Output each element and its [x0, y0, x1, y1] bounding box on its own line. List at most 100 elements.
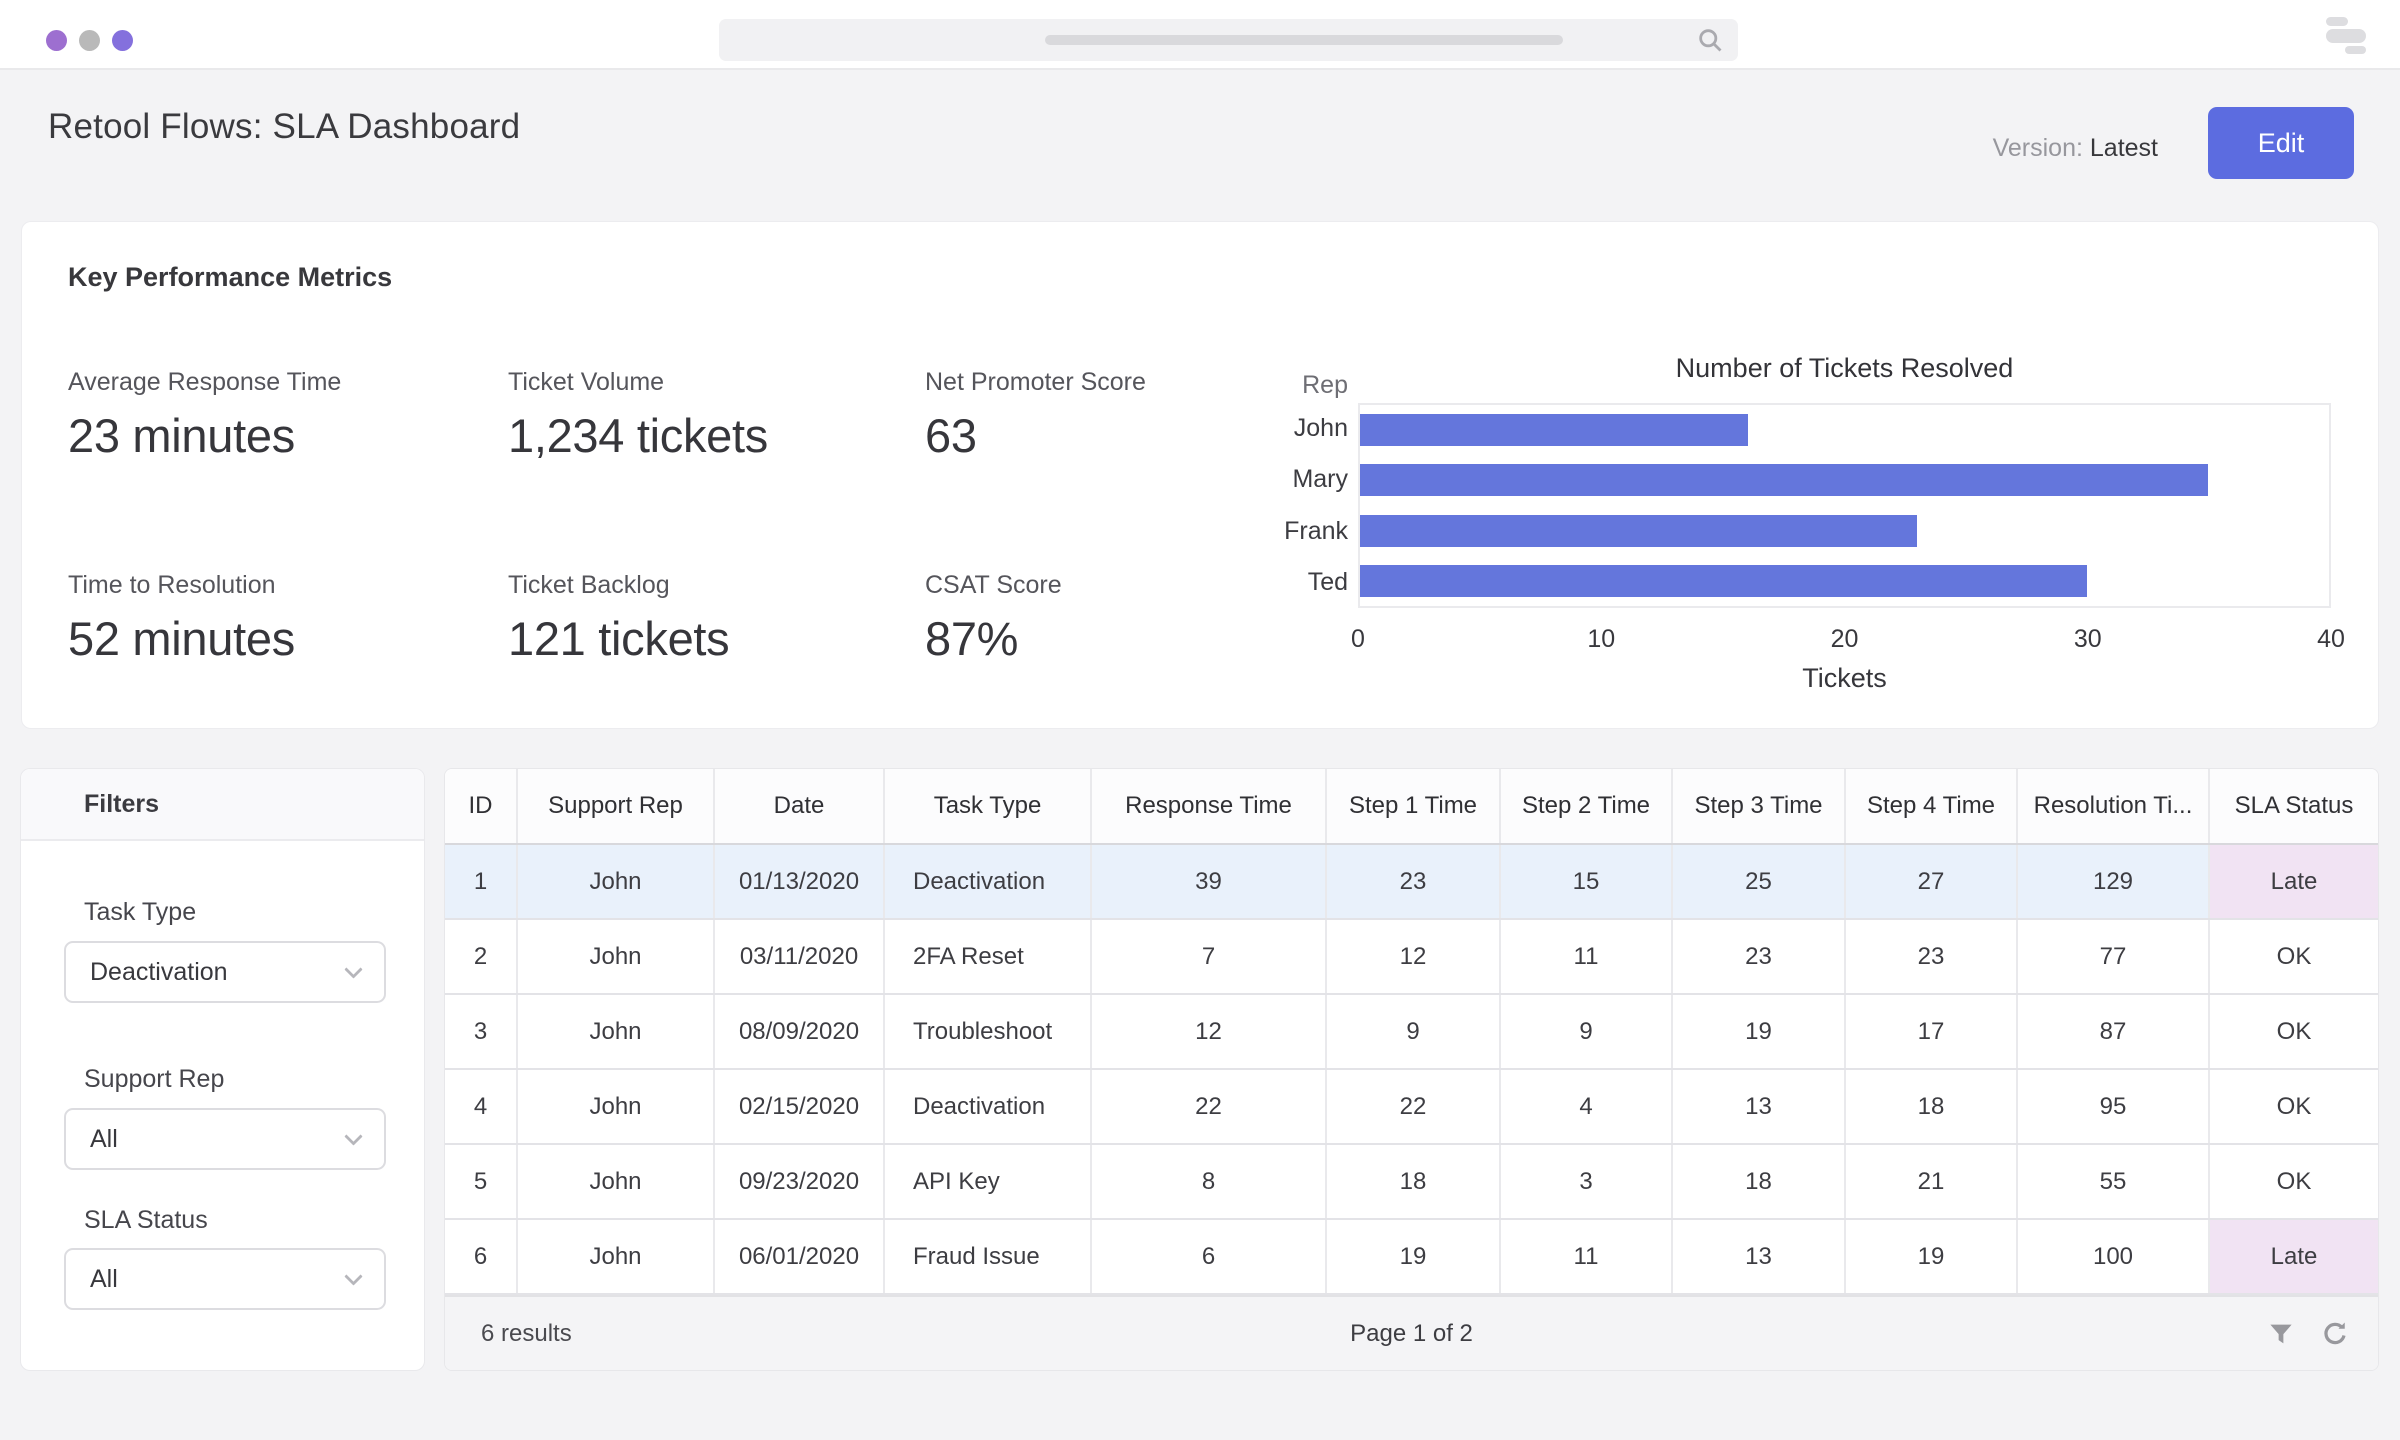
table-cell: 3 [1501, 1145, 1673, 1218]
column-header-response-time[interactable]: Response Time [1092, 769, 1327, 843]
metric-ticket-backlog: Ticket Backlog121 tickets [508, 571, 729, 666]
table-cell: 27 [1846, 845, 2018, 918]
table-cell: 7 [1092, 920, 1327, 993]
bar-mary [1360, 464, 2208, 496]
metric-time-to-resolution: Time to Resolution52 minutes [68, 571, 295, 666]
chart-y-axis-label: Rep [1152, 371, 1348, 400]
support-rep-select[interactable]: All [64, 1108, 386, 1170]
x-tick-label: 40 [2317, 625, 2345, 654]
table-row[interactable]: 1John01/13/2020Deactivation3923152527129… [445, 845, 2378, 920]
table-cell: 6 [1092, 1220, 1327, 1293]
window-dot-purple [46, 30, 67, 51]
column-header-step-1-time[interactable]: Step 1 Time [1327, 769, 1501, 843]
filter-label-sla-status: SLA Status [84, 1206, 208, 1235]
chart-category-labels: JohnMaryFrankTed [1122, 403, 1348, 608]
x-tick-label: 0 [1351, 625, 1365, 654]
chart-category-label: Mary [1122, 454, 1348, 505]
table-cell: 22 [1092, 1070, 1327, 1143]
column-header-id[interactable]: ID [445, 769, 518, 843]
sla-table: IDSupport RepDateTask TypeResponse TimeS… [445, 769, 2378, 1370]
table-cell: 6 [445, 1220, 518, 1293]
table-cell: 06/01/2020 [715, 1220, 885, 1293]
edit-button[interactable]: Edit [2208, 107, 2354, 179]
window-dots [46, 30, 133, 51]
bar-frank [1360, 515, 1917, 547]
window-dot-gray [79, 30, 100, 51]
table-cell: 87 [2018, 995, 2210, 1068]
table-cell: 01/13/2020 [715, 845, 885, 918]
table-row[interactable]: 6John06/01/2020Fraud Issue619111319100La… [445, 1220, 2378, 1295]
table-cell: 2 [445, 920, 518, 993]
table-cell: John [518, 995, 715, 1068]
metric-ticket-volume: Ticket Volume1,234 tickets [508, 368, 768, 463]
search-input[interactable] [719, 19, 1738, 61]
table-cell: 18 [1846, 1070, 2018, 1143]
chart-title: Number of Tickets Resolved [1358, 353, 2331, 384]
table-cell: 5 [445, 1145, 518, 1218]
table-cell: Deactivation [885, 1070, 1092, 1143]
metric-label: Ticket Backlog [508, 571, 729, 600]
table-row[interactable]: 3John08/09/2020Troubleshoot1299191787OK [445, 995, 2378, 1070]
metric-label: Ticket Volume [508, 368, 768, 397]
column-header-resolution-ti-[interactable]: Resolution Ti... [2018, 769, 2210, 843]
metric-label: Time to Resolution [68, 571, 295, 600]
table-row[interactable]: 4John02/15/2020Deactivation22224131895OK [445, 1070, 2378, 1145]
table-cell: John [518, 920, 715, 993]
column-header-step-2-time[interactable]: Step 2 Time [1501, 769, 1673, 843]
column-header-task-type[interactable]: Task Type [885, 769, 1092, 843]
page-title: Retool Flows: SLA Dashboard [48, 107, 520, 147]
table-row[interactable]: 2John03/11/20202FA Reset71211232377OK [445, 920, 2378, 995]
column-header-sla-status[interactable]: SLA Status [2210, 769, 2378, 843]
chart-category-label: Frank [1122, 506, 1348, 557]
table-cell: Deactivation [885, 845, 1092, 918]
filters-title: Filters [21, 769, 424, 841]
column-header-step-4-time[interactable]: Step 4 Time [1846, 769, 2018, 843]
sla-status-cell: Late [2210, 845, 2378, 918]
filters-panel: Filters Task Type Deactivation Support R… [21, 769, 424, 1370]
column-header-step-3-time[interactable]: Step 3 Time [1673, 769, 1846, 843]
chevron-down-icon [344, 960, 362, 978]
table-cell: 18 [1327, 1145, 1501, 1218]
task-type-select[interactable]: Deactivation [64, 941, 386, 1003]
search-placeholder-bar [1045, 35, 1563, 45]
table-cell: 25 [1673, 845, 1846, 918]
table-cell: 17 [1846, 995, 2018, 1068]
table-header-row: IDSupport RepDateTask TypeResponse TimeS… [445, 769, 2378, 845]
table-row[interactable]: 5John09/23/2020API Key8183182155OK [445, 1145, 2378, 1220]
table-cell: Troubleshoot [885, 995, 1092, 1068]
chevron-down-icon [344, 1127, 362, 1145]
refresh-icon[interactable] [2320, 1319, 2350, 1349]
filter-label-support-rep: Support Rep [84, 1065, 224, 1094]
table-cell: 19 [1327, 1220, 1501, 1293]
column-header-date[interactable]: Date [715, 769, 885, 843]
table-cell: 9 [1501, 995, 1673, 1068]
column-header-support-rep[interactable]: Support Rep [518, 769, 715, 843]
chart-bar-band [1360, 405, 2329, 455]
table-cell: 39 [1092, 845, 1327, 918]
chart-bar-band [1360, 506, 2329, 556]
chart-x-axis-label: Tickets [1358, 663, 2331, 694]
menu-icon[interactable] [2326, 17, 2366, 55]
x-tick-label: 20 [1831, 625, 1859, 654]
kpm-title: Key Performance Metrics [68, 262, 392, 293]
filter-funnel-icon[interactable] [2266, 1319, 2296, 1349]
table-cell: 77 [2018, 920, 2210, 993]
table-cell: 95 [2018, 1070, 2210, 1143]
table-cell: 12 [1092, 995, 1327, 1068]
table-cell: John [518, 1220, 715, 1293]
metric-value: 87% [925, 611, 1062, 666]
table-cell: 02/15/2020 [715, 1070, 885, 1143]
table-cell: Fraud Issue [885, 1220, 1092, 1293]
table-cell: 3 [445, 995, 518, 1068]
sla-status-select[interactable]: All [64, 1248, 386, 1310]
table-cell: 23 [1673, 920, 1846, 993]
browser-chrome [0, 0, 2400, 70]
table-cell: 08/09/2020 [715, 995, 885, 1068]
chart-bar-band [1360, 455, 2329, 505]
table-cell: 15 [1501, 845, 1673, 918]
metric-label: Net Promoter Score [925, 368, 1146, 397]
table-cell: 18 [1673, 1145, 1846, 1218]
table-cell: 2FA Reset [885, 920, 1092, 993]
bar-chart-plot [1358, 403, 2331, 608]
menu-bar [2326, 29, 2366, 43]
